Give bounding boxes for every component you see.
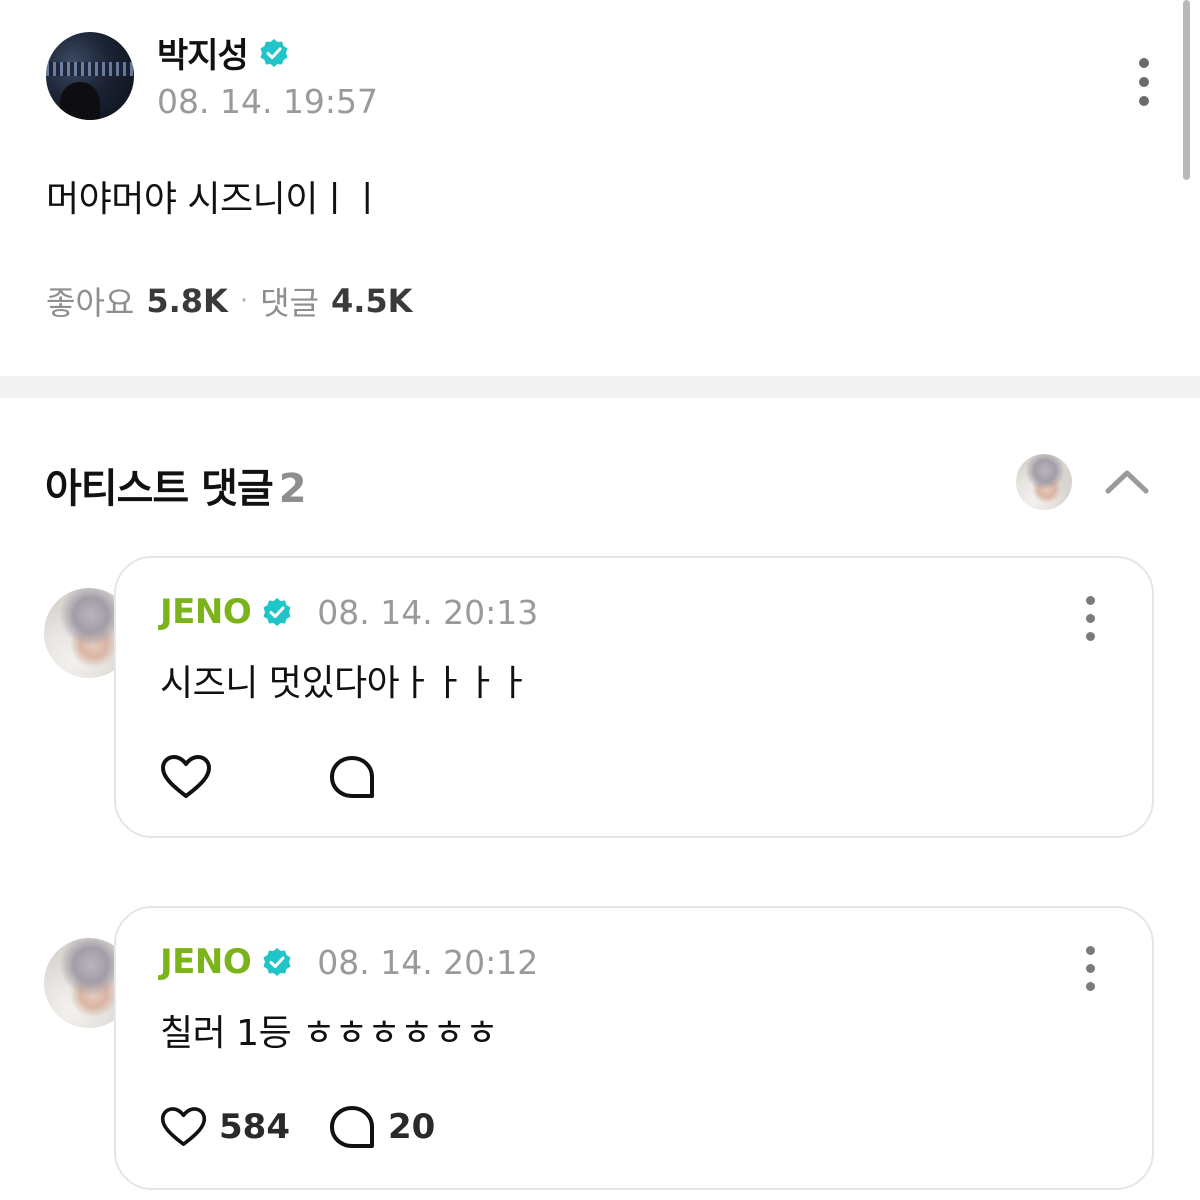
comment-more-icon[interactable] <box>1084 946 1096 991</box>
artist-comment-card: JENO 08. 14. 20:13 시즈니 멋있다아ㅏㅏㅏㅏ <box>114 556 1154 838</box>
comment-timestamp: 08. 14. 20:13 <box>317 592 539 632</box>
heart-icon <box>161 755 211 798</box>
artist-comment-card: JENO 08. 14. 20:12 칠러 1등 ㅎㅎㅎㅎㅎㅎ 584 20 <box>114 906 1154 1190</box>
post-detail-page: 박지성 08. 14. 19:57 머야머야 시즈니이ㅣㅣ 좋아요 5.8K ·… <box>0 0 1200 1200</box>
author-name-row[interactable]: 박지성 <box>157 28 290 77</box>
stats-separator: · <box>239 286 249 316</box>
post-stats: 좋아요 5.8K · 댓글 4.5K <box>46 278 412 324</box>
section-divider <box>0 376 1200 398</box>
artist-comments-count: 2 <box>278 466 307 512</box>
like-count: 584 <box>219 1107 290 1147</box>
post-more-icon[interactable] <box>1138 58 1150 106</box>
comment-text: 시즈니 멋있다아ㅏㅏㅏㅏ <box>160 663 530 704</box>
avatar-city-lights <box>46 62 134 76</box>
author-avatar[interactable] <box>46 32 134 120</box>
like-button[interactable]: 584 <box>160 1104 290 1150</box>
comment-bubble-icon <box>330 756 374 798</box>
chevron-up-icon[interactable] <box>1104 466 1150 496</box>
likes-label: 좋아요 <box>46 284 135 322</box>
artist-comments-title: 아티스트 댓글 2 <box>45 466 307 512</box>
comment-author[interactable]: JENO <box>160 942 252 982</box>
comment-actions: 584 20 <box>160 1104 473 1150</box>
post-body: 머야머야 시즈니이ㅣㅣ <box>46 179 384 220</box>
heart-icon <box>160 1107 207 1146</box>
scrollbar[interactable] <box>1183 0 1190 180</box>
comments-label: 댓글 <box>260 284 319 322</box>
avatar-figure <box>60 82 100 120</box>
comment-more-icon[interactable] <box>1084 596 1096 641</box>
verified-icon <box>263 948 291 976</box>
likes-count[interactable]: 5.8K <box>146 282 227 320</box>
author-name[interactable]: 박지성 <box>157 28 249 77</box>
like-button[interactable] <box>160 754 290 800</box>
artist-avatar-preview[interactable] <box>1016 454 1072 510</box>
reply-button[interactable]: 20 <box>328 1104 435 1150</box>
verified-icon <box>260 38 288 67</box>
comments-count[interactable]: 4.5K <box>331 282 412 320</box>
comment-bubble-icon <box>330 1106 374 1148</box>
reply-button[interactable] <box>328 754 388 800</box>
comment-timestamp: 08. 14. 20:12 <box>317 942 539 982</box>
comment-header: JENO 08. 14. 20:13 <box>160 592 538 632</box>
reply-count: 20 <box>388 1107 436 1147</box>
comment-author[interactable]: JENO <box>160 592 252 632</box>
post-timestamp: 08. 14. 19:57 <box>157 82 379 121</box>
comment-header: JENO 08. 14. 20:12 <box>160 942 538 982</box>
comment-text: 칠러 1등 ㅎㅎㅎㅎㅎㅎ <box>160 1013 498 1054</box>
verified-icon <box>263 598 291 626</box>
comment-actions <box>160 754 426 800</box>
